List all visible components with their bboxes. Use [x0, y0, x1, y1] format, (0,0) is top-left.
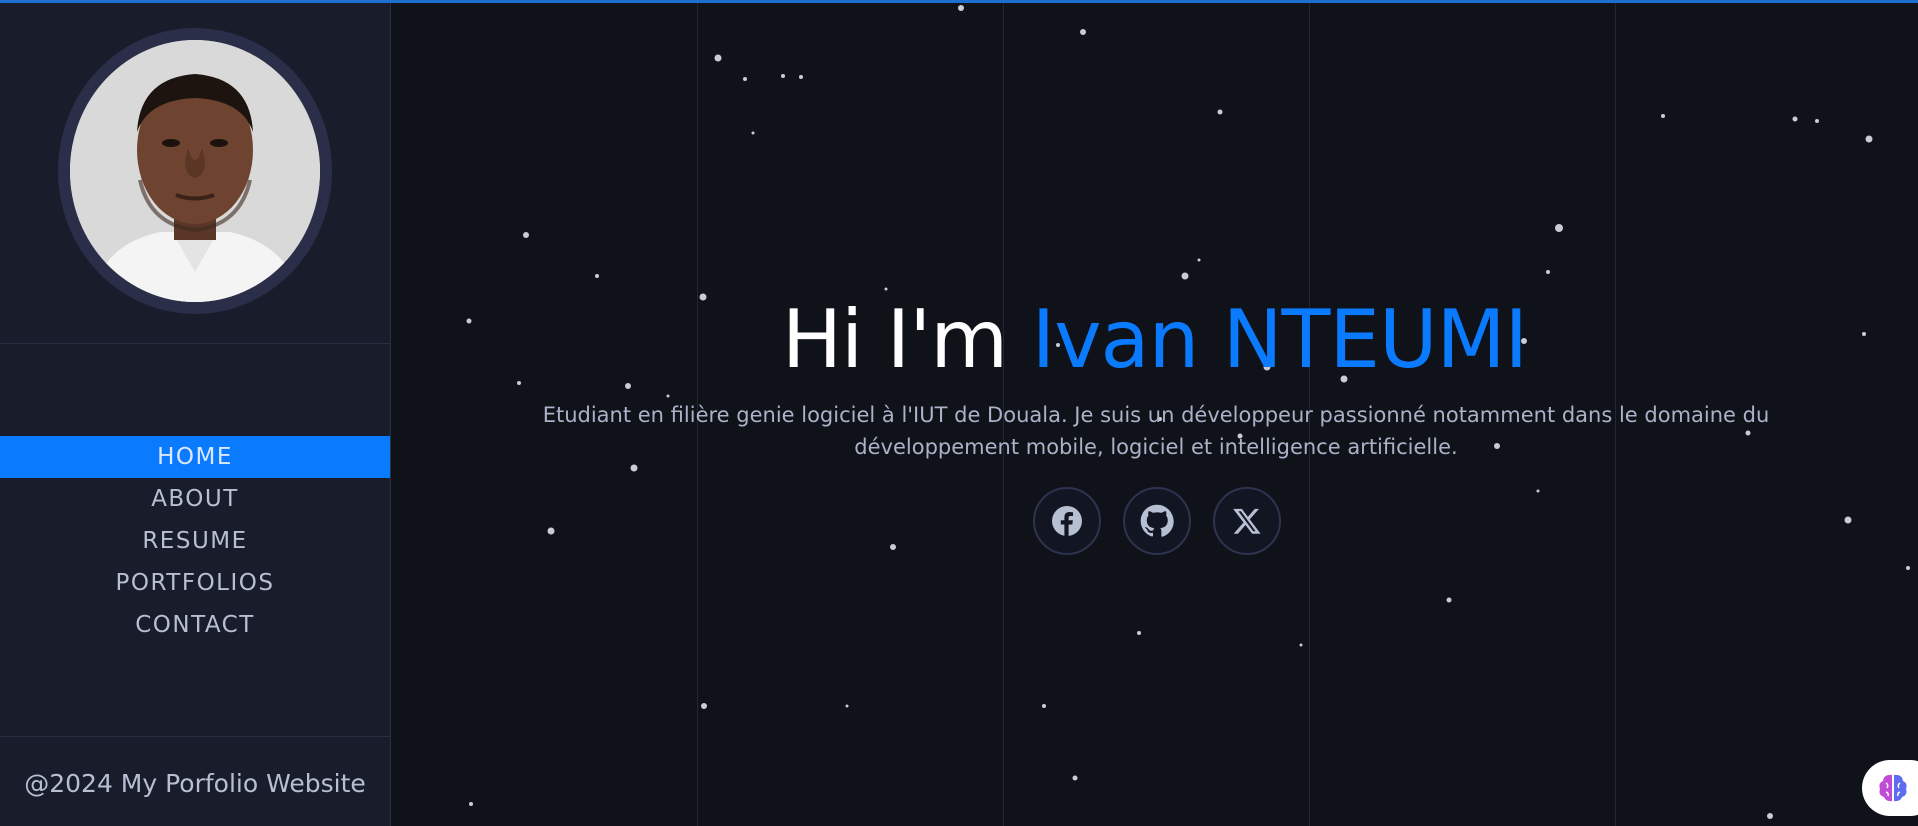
- sidebar-nav: HOME ABOUT RESUME PORTFOLIOS CONTACT: [0, 436, 390, 646]
- social-links: [1033, 487, 1283, 555]
- sidebar-divider-top: [0, 343, 390, 344]
- github-icon: [1140, 504, 1174, 537]
- assistant-chat-button[interactable]: [1862, 760, 1918, 816]
- hero-name: Ivan NTEUMI: [1031, 293, 1529, 386]
- nav-item-contact[interactable]: CONTACT: [0, 604, 390, 646]
- sidebar-divider-bottom: [0, 736, 390, 737]
- nav-item-about[interactable]: ABOUT: [0, 478, 390, 520]
- brain-icon: [1879, 774, 1907, 802]
- facebook-button[interactable]: [1033, 487, 1101, 555]
- profile-photo: [70, 40, 320, 302]
- avatar-frame: [58, 28, 332, 314]
- hero-subtitle: Etudiant en filière genie logiciel à l'I…: [542, 403, 1770, 459]
- sidebar-footer: @2024 My Porfolio Website: [24, 769, 366, 798]
- github-button[interactable]: [1123, 487, 1191, 555]
- hero-title: Hi I'm Ivan NTEUMI: [391, 293, 1918, 386]
- x-icon: [1233, 508, 1261, 534]
- nav-item-portfolios[interactable]: PORTFOLIOS: [0, 562, 390, 604]
- hero-section: Hi I'm Ivan NTEUMI Etudiant en filière g…: [391, 3, 1918, 826]
- hero-greeting: Hi I'm: [781, 293, 1032, 386]
- nav-item-home[interactable]: HOME: [0, 436, 390, 478]
- avatar: [70, 40, 320, 302]
- nav-item-resume[interactable]: RESUME: [0, 520, 390, 562]
- sidebar: HOME ABOUT RESUME PORTFOLIOS CONTACT @20…: [0, 3, 391, 826]
- facebook-icon: [1052, 506, 1082, 536]
- x-button[interactable]: [1213, 487, 1281, 555]
